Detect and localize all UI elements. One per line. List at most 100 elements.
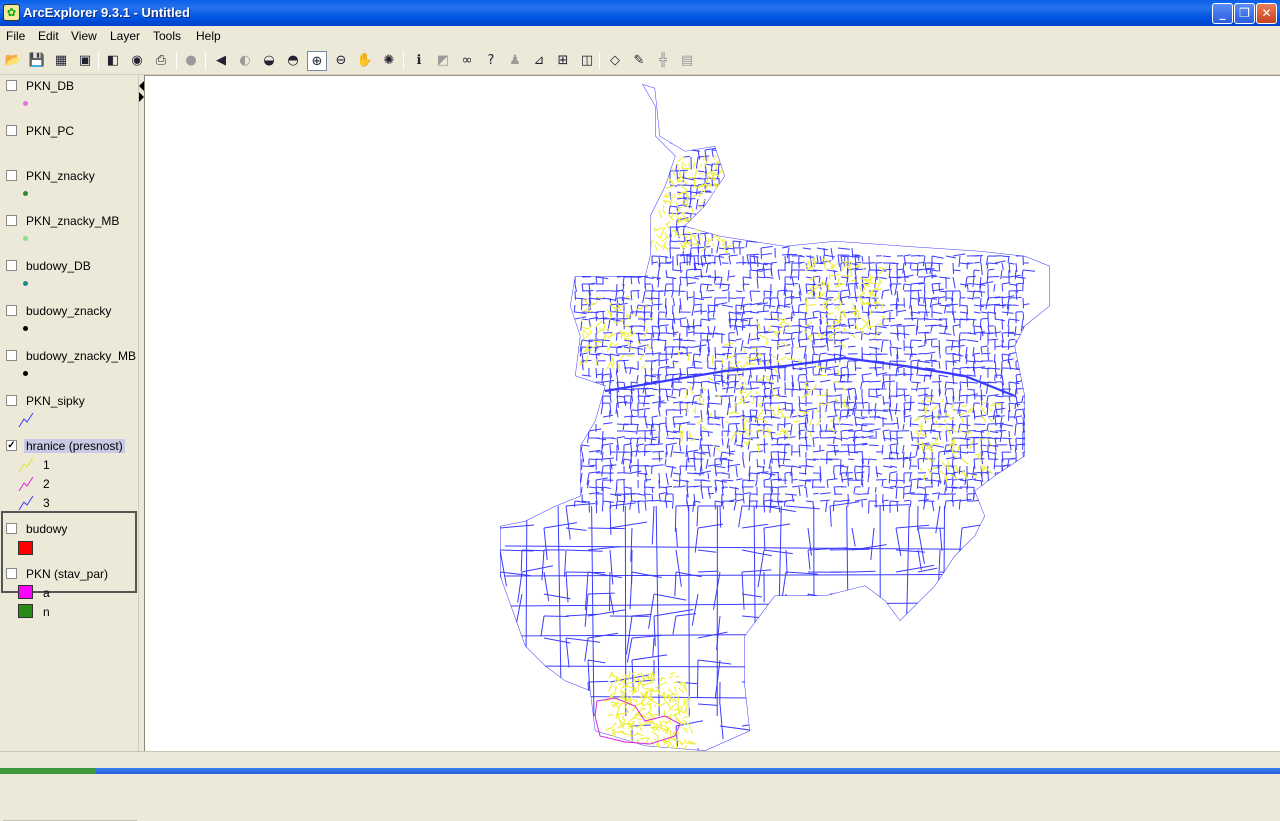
map-view[interactable]	[145, 75, 1280, 751]
back-extent-icon[interactable]: ◀	[211, 51, 231, 71]
measure-icon[interactable]: ⊿	[529, 51, 549, 71]
menu-layer[interactable]: Layer	[110, 29, 140, 43]
parcel-boundary	[654, 594, 686, 600]
query-icon[interactable]: ?	[481, 51, 501, 71]
identify-icon[interactable]: ℹ	[409, 51, 429, 71]
layer-visibility-checkbox[interactable]: ✓	[6, 440, 17, 451]
parcel-boundary	[666, 326, 667, 332]
map-canvas[interactable]	[145, 76, 1280, 752]
parcel-boundary	[910, 459, 911, 470]
parcel-boundary	[827, 479, 838, 480]
parcel-boundary	[882, 480, 883, 487]
layer-name[interactable]: budowy	[24, 522, 69, 536]
field-boundary	[505, 696, 975, 700]
parcel-boundary	[882, 382, 883, 388]
layer-name[interactable]: budowy_znacky_MB	[24, 349, 138, 363]
parcel-boundary	[869, 339, 877, 340]
precision-1-boundary	[735, 431, 739, 435]
parcel-boundary	[869, 459, 877, 460]
layer-visibility-checkbox[interactable]	[6, 568, 17, 579]
layer-name[interactable]: PKN (stav_par)	[24, 567, 110, 581]
menu-file[interactable]: File	[6, 29, 25, 43]
parcel-boundary	[694, 459, 695, 471]
parcel-boundary	[791, 291, 792, 299]
scale-icon[interactable]: ⊞	[553, 51, 573, 71]
parcel-boundary	[582, 298, 583, 310]
parcel-boundary	[630, 403, 631, 409]
parcel-boundary	[855, 499, 867, 501]
map-tips-icon[interactable]: ◩	[433, 51, 453, 71]
menu-view[interactable]: View	[71, 29, 97, 43]
parcel-boundary	[995, 403, 1004, 404]
menu-edit[interactable]: Edit	[38, 29, 59, 43]
layer-visibility-checkbox[interactable]	[6, 395, 17, 406]
layer-visibility-checkbox[interactable]	[6, 350, 17, 361]
parcel-boundary	[855, 262, 861, 263]
add-internet-layer-icon[interactable]: ◉	[127, 51, 147, 71]
parcel-boundary	[827, 416, 838, 417]
parcel-boundary	[680, 403, 681, 414]
print-icon[interactable]: ⎙	[151, 51, 171, 71]
hyperlink-icon[interactable]: ✎	[629, 51, 649, 71]
parcel-boundary	[799, 437, 808, 438]
zoom-out-icon[interactable]: ⊖	[331, 51, 351, 71]
precision-1-boundary	[782, 325, 785, 328]
save-as-icon[interactable]: ▦	[51, 51, 71, 71]
parcel-boundary	[666, 354, 667, 365]
parcel-boundary	[1016, 444, 1028, 445]
grid-icon[interactable]: ╬	[653, 51, 673, 71]
start-button[interactable]	[0, 768, 96, 774]
parcel-boundary	[925, 312, 926, 321]
field-boundary	[505, 634, 975, 636]
zoom-in-icon[interactable]: ⊕	[307, 51, 327, 71]
precision-1-boundary	[664, 683, 667, 685]
stop-icon[interactable]: ●	[181, 51, 201, 71]
layer-visibility-checkbox[interactable]	[6, 170, 17, 181]
layer-visibility-checkbox[interactable]	[6, 260, 17, 271]
parcel-boundary	[848, 388, 855, 389]
zoom-layer-icon[interactable]: ◓	[283, 51, 303, 71]
layer-name[interactable]: PKN_DB	[24, 79, 76, 93]
layer-visibility-checkbox[interactable]	[6, 215, 17, 226]
menu-tools[interactable]: Tools	[153, 29, 181, 43]
layer-visibility-checkbox[interactable]	[6, 305, 17, 316]
layer-name[interactable]: hranice (presnost)	[24, 439, 125, 453]
collapse-left-icon[interactable]	[139, 81, 144, 91]
locate-icon[interactable]: ♟	[505, 51, 525, 71]
parcel-boundary	[652, 451, 664, 452]
layer-visibility-checkbox[interactable]	[6, 523, 17, 534]
precision-1-boundary	[585, 350, 592, 351]
expand-right-icon[interactable]	[139, 92, 144, 102]
precision-1-boundary	[701, 426, 707, 431]
class-line-symbol	[18, 457, 34, 473]
save-icon[interactable]: 💾	[27, 51, 47, 71]
parcel-boundary	[720, 704, 723, 739]
close-button[interactable]: ✕	[1256, 3, 1277, 24]
maximize-button[interactable]: ❐	[1234, 3, 1255, 24]
table-icon[interactable]: ▤	[677, 51, 697, 71]
continuous-pan-icon[interactable]: ✺	[379, 51, 399, 71]
layer-name[interactable]: budowy_znacky	[24, 304, 113, 318]
find-icon[interactable]: ∞	[457, 51, 477, 71]
eraser-icon[interactable]: ◇	[605, 51, 625, 71]
graphics-icon[interactable]: ◫	[577, 51, 597, 71]
add-layer-icon[interactable]: ◧	[103, 51, 123, 71]
layer-name[interactable]: PKN_PC	[24, 124, 76, 138]
layer-name[interactable]: budowy_DB	[24, 259, 93, 273]
forward-extent-icon[interactable]: ◐	[235, 51, 255, 71]
layer-name[interactable]: PKN_znacky	[24, 169, 97, 183]
parcel-boundary	[588, 660, 605, 663]
open-folder-icon[interactable]: ▣	[75, 51, 95, 71]
layer-name[interactable]: PKN_sipky	[24, 394, 87, 408]
open-icon[interactable]: 📂	[3, 51, 23, 71]
layer-name[interactable]: PKN_znacky_MB	[24, 214, 121, 228]
pan-icon[interactable]: ✋	[355, 51, 375, 71]
minimize-button[interactable]: _	[1212, 3, 1233, 24]
menu-help[interactable]: Help	[196, 29, 221, 43]
full-extent-icon[interactable]: ◒	[259, 51, 279, 71]
layer-visibility-checkbox[interactable]	[6, 125, 17, 136]
parcel-boundary	[735, 319, 736, 330]
precision-1-boundary	[688, 177, 696, 178]
parcel-boundary	[981, 312, 988, 313]
layer-visibility-checkbox[interactable]	[6, 80, 17, 91]
